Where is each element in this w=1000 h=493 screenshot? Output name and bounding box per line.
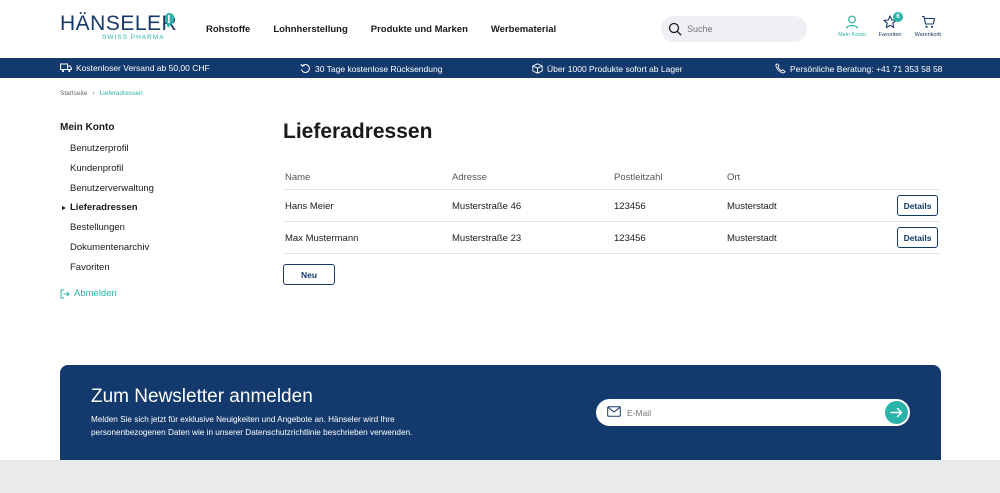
favorites-label: Favoriten [878, 32, 902, 38]
box-icon [532, 63, 543, 74]
usp-shipping-text: Kostenloser Versand ab 50,00 CHF [76, 63, 210, 73]
nav-item-rohstoffe[interactable]: Rohstoffe [206, 24, 250, 35]
cell-city: Musterstadt [727, 201, 777, 212]
address-table: Name Adresse Postleitzahl Ort Hans Meier… [283, 163, 940, 254]
cell-zip: 123456 [614, 233, 646, 244]
logo-wordmark: HÄNSELER [60, 12, 178, 35]
table-row: Hans Meier Musterstraße 46 123456 Muster… [283, 190, 940, 222]
usp-returns: 30 Tage kostenlose Rücksendung [300, 63, 442, 74]
cell-address: Musterstraße 23 [452, 233, 522, 244]
page-title: Lieferadressen [283, 120, 433, 143]
logo-mark-icon [165, 13, 175, 28]
nav-item-werbematerial[interactable]: Werbematerial [491, 24, 556, 35]
site-header: HÄNSELER SWISS PHARMA Rohstoffe Lohnhers… [0, 0, 1000, 58]
sidebar-item-favoriten[interactable]: Favoriten [70, 262, 154, 282]
sidebar-item-lieferadressen[interactable]: Lieferadressen [62, 202, 154, 222]
phone-icon [775, 63, 786, 74]
newsletter-submit-button[interactable] [885, 401, 908, 424]
newsletter-form [596, 399, 910, 426]
usp-bar: Kostenloser Versand ab 50,00 CHF 30 Tage… [0, 58, 1000, 78]
arrow-right-icon [890, 407, 903, 418]
sidebar-item-benutzerverwaltung[interactable]: Benutzerverwaltung [70, 183, 154, 203]
table-header: Name Adresse Postleitzahl Ort [283, 163, 940, 190]
newsletter-email-input[interactable] [627, 405, 867, 420]
column-header-ort: Ort [727, 172, 741, 183]
breadcrumb-current: Lieferadressen [99, 90, 143, 97]
nav-item-produkte-und-marken[interactable]: Produkte und Marken [371, 24, 468, 35]
cell-name: Hans Meier [285, 201, 334, 212]
account-label: Mein Konto [838, 32, 866, 38]
cell-city: Musterstadt [727, 233, 777, 244]
main-nav: Rohstoffe Lohnherstellung Produkte und M… [206, 24, 579, 35]
sidebar-item-bestellungen[interactable]: Bestellungen [70, 222, 154, 242]
usp-returns-text: 30 Tage kostenlose Rücksendung [315, 63, 443, 74]
logout-link[interactable]: Abmelden [60, 288, 117, 299]
cart-link[interactable]: Warenkorb [908, 15, 948, 38]
sidebar-item-dokumentenarchiv[interactable]: Dokumentenarchiv [70, 242, 154, 262]
newsletter-text: Melden Sie sich jetzt für exklusive Neui… [91, 415, 413, 437]
truck-icon [60, 63, 72, 73]
cart-label: Warenkorb [914, 32, 942, 38]
cell-name: Max Mustermann [285, 233, 359, 244]
favorites-link[interactable]: 6 Favoriten [870, 12, 910, 38]
breadcrumb-separator: › [92, 90, 95, 97]
nav-item-lohnherstellung[interactable]: Lohnherstellung [273, 24, 347, 35]
search-icon[interactable] [668, 22, 682, 36]
account-link[interactable]: Mein Konto [832, 15, 872, 38]
new-address-button[interactable]: Neu [283, 264, 335, 285]
sidebar-menu: Benutzerprofil Kundenprofil Benutzerverw… [62, 143, 154, 282]
table-row: Max Mustermann Musterstraße 23 123456 Mu… [283, 222, 940, 254]
usp-stock: Über 1000 Produkte sofort ab Lager [532, 63, 683, 74]
details-button[interactable]: Details [897, 227, 938, 248]
cart-icon [921, 15, 935, 28]
return-icon [300, 63, 310, 73]
favorites-count-badge: 6 [893, 12, 903, 22]
cell-address: Musterstraße 46 [452, 201, 522, 212]
column-header-name: Name [285, 172, 311, 183]
logout-icon [60, 289, 70, 298]
newsletter-title: Zum Newsletter anmelden [91, 386, 313, 407]
usp-shipping: Kostenloser Versand ab 50,00 CHF [60, 63, 210, 73]
footer-strip [0, 460, 1000, 493]
column-header-postleitzahl: Postleitzahl [614, 172, 663, 183]
cell-zip: 123456 [614, 201, 646, 212]
mail-icon [607, 406, 621, 417]
sidebar-item-benutzerprofil[interactable]: Benutzerprofil [70, 143, 154, 163]
column-header-adresse: Adresse [452, 172, 487, 183]
breadcrumb-home[interactable]: Startseite [60, 90, 87, 97]
brand-logo[interactable]: HÄNSELER SWISS PHARMA [60, 12, 178, 42]
search-box [661, 16, 807, 42]
usp-consulting-text: Persönliche Beratung: +41 71 353 58 58 [790, 63, 943, 74]
logout-label: Abmelden [74, 288, 117, 299]
sidebar-item-kundenprofil[interactable]: Kundenprofil [70, 163, 154, 183]
search-input[interactable] [687, 21, 799, 37]
usp-stock-text: Über 1000 Produkte sofort ab Lager [547, 63, 683, 74]
user-icon [845, 15, 859, 29]
logo-tagline: SWISS PHARMA [102, 34, 165, 41]
breadcrumb: Startseite › Lieferadressen [60, 90, 143, 97]
newsletter-section: Zum Newsletter anmelden Melden Sie sich … [60, 365, 941, 460]
sidebar-title: Mein Konto [60, 122, 115, 133]
usp-consulting: Persönliche Beratung: +41 71 353 58 58 [775, 63, 942, 74]
details-button[interactable]: Details [897, 195, 938, 216]
